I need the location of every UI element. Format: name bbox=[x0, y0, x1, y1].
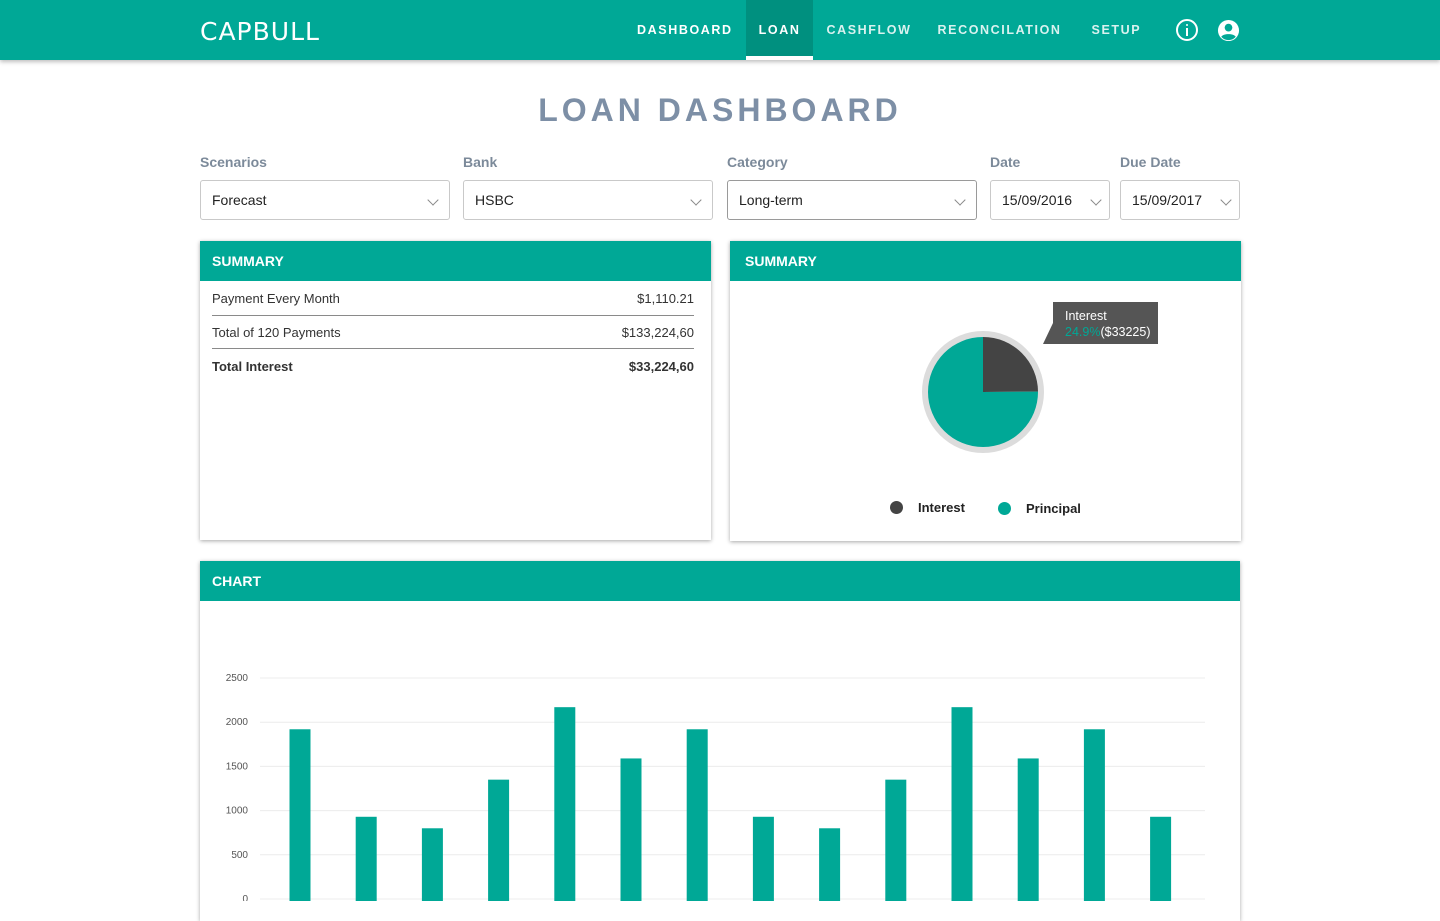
pie-tooltip: Interest 24.9%($33225) bbox=[1053, 302, 1158, 344]
bar[interactable] bbox=[885, 779, 907, 901]
legend-item-principal[interactable]: Principal bbox=[998, 501, 1081, 516]
summary-row-total-payments: Total of 120 Payments $133,224,60 bbox=[212, 325, 694, 340]
tooltip-arrow bbox=[1043, 323, 1053, 344]
summary-table-header: SUMMARY bbox=[200, 241, 711, 281]
bar[interactable] bbox=[1017, 758, 1039, 901]
bank-select[interactable]: HSBC bbox=[463, 180, 713, 220]
pie-slice-interest[interactable] bbox=[983, 337, 1038, 392]
summary-table-card: SUMMARY Payment Every Month $1,110.21 To… bbox=[200, 241, 711, 540]
y-tick-label: 500 bbox=[231, 850, 248, 861]
scenarios-value: Forecast bbox=[212, 192, 267, 208]
summary-row-label: Total of 120 Payments bbox=[212, 325, 341, 340]
bar[interactable] bbox=[752, 816, 774, 901]
legend-label: Interest bbox=[918, 500, 965, 515]
main-nav: DASHBOARD LOAN CASHFLOW RECONCILATION SE… bbox=[624, 0, 1154, 60]
bar-chart: 25002000150010005000 bbox=[226, 673, 1205, 901]
chevron-down-icon bbox=[427, 194, 439, 206]
summary-row-label: Total Interest bbox=[212, 359, 293, 374]
bar[interactable] bbox=[1150, 816, 1172, 901]
legend-item-interest[interactable]: Interest bbox=[890, 500, 965, 515]
scenarios-select[interactable]: Forecast bbox=[200, 180, 450, 220]
summary-pie-card: SUMMARY Interest 24.9%($33225) Interest … bbox=[730, 241, 1241, 541]
chevron-down-icon bbox=[690, 194, 702, 206]
nav-cashflow[interactable]: CASHFLOW bbox=[813, 0, 924, 60]
y-tick-label: 2500 bbox=[226, 673, 249, 684]
info-icon-dot bbox=[1186, 24, 1188, 26]
pie-chart[interactable] bbox=[920, 329, 1046, 455]
nav-loan[interactable]: LOAN bbox=[745, 0, 814, 60]
bar[interactable] bbox=[421, 828, 443, 901]
legend-label: Principal bbox=[1026, 501, 1081, 516]
nav-dashboard[interactable]: DASHBOARD bbox=[624, 0, 746, 60]
date-label: Date bbox=[990, 154, 1021, 170]
chevron-down-icon bbox=[1090, 194, 1102, 206]
summary-pie-header: SUMMARY bbox=[730, 241, 1241, 281]
nav-setup[interactable]: SETUP bbox=[1079, 0, 1155, 60]
bar[interactable] bbox=[1083, 729, 1105, 901]
info-icon[interactable] bbox=[1176, 19, 1198, 41]
summary-row-total-interest: Total Interest $33,224,60 bbox=[212, 359, 694, 374]
interest-swatch bbox=[890, 501, 903, 514]
date-value: 15/09/2016 bbox=[1002, 192, 1073, 208]
top-navigation-bar: CAPBULL DASHBOARD LOAN CASHFLOW RECONCIL… bbox=[0, 0, 1440, 60]
summary-row-value: $133,224,60 bbox=[621, 325, 694, 340]
divider bbox=[212, 348, 694, 349]
tooltip-label: Interest bbox=[1065, 309, 1107, 323]
principal-swatch bbox=[998, 502, 1011, 515]
nav-reconcilation[interactable]: RECONCILATION bbox=[925, 0, 1075, 60]
y-tick-label: 1000 bbox=[226, 806, 249, 817]
chart-header: CHART bbox=[200, 561, 1240, 601]
account-icon[interactable] bbox=[1217, 19, 1240, 42]
bar[interactable] bbox=[951, 707, 973, 901]
bar[interactable] bbox=[686, 729, 708, 901]
summary-row-label: Payment Every Month bbox=[212, 291, 340, 306]
bar[interactable] bbox=[289, 729, 311, 901]
tooltip-amount: ($33225) bbox=[1100, 325, 1151, 339]
category-label: Category bbox=[727, 154, 788, 170]
bar[interactable] bbox=[620, 758, 642, 901]
bar[interactable] bbox=[355, 816, 377, 901]
tooltip-value: 24.9%($33225) bbox=[1065, 324, 1158, 340]
date-select[interactable]: 15/09/2016 bbox=[990, 180, 1110, 220]
divider bbox=[212, 315, 694, 316]
y-tick-label: 2000 bbox=[226, 717, 249, 728]
bank-label: Bank bbox=[463, 154, 498, 170]
summary-row-value: $1,110.21 bbox=[637, 291, 694, 306]
bar[interactable] bbox=[488, 779, 510, 901]
bar[interactable] bbox=[554, 707, 576, 901]
due-date-label: Due Date bbox=[1120, 154, 1181, 170]
bar[interactable] bbox=[819, 828, 841, 901]
due-date-value: 15/09/2017 bbox=[1132, 192, 1203, 208]
chevron-down-icon bbox=[1220, 194, 1232, 206]
info-icon-bar bbox=[1186, 28, 1188, 36]
summary-row-monthly-payment: Payment Every Month $1,110.21 bbox=[212, 291, 694, 306]
chart-card: CHART 2500 2000 1500 1000 500 0 bbox=[200, 561, 1240, 921]
category-select[interactable]: Long-term bbox=[727, 180, 977, 220]
y-tick-label: 1500 bbox=[226, 761, 249, 772]
page-title: LOAN DASHBOARD bbox=[538, 92, 902, 128]
scenarios-label: Scenarios bbox=[200, 154, 267, 170]
due-date-select[interactable]: 15/09/2017 bbox=[1120, 180, 1240, 220]
category-value: Long-term bbox=[739, 192, 803, 208]
bank-value: HSBC bbox=[475, 192, 514, 208]
capbull-logo[interactable]: CAPBULL bbox=[200, 17, 320, 46]
chevron-down-icon bbox=[954, 194, 966, 206]
summary-row-value: $33,224,60 bbox=[628, 359, 694, 374]
tooltip-percent: 24.9% bbox=[1065, 325, 1101, 339]
